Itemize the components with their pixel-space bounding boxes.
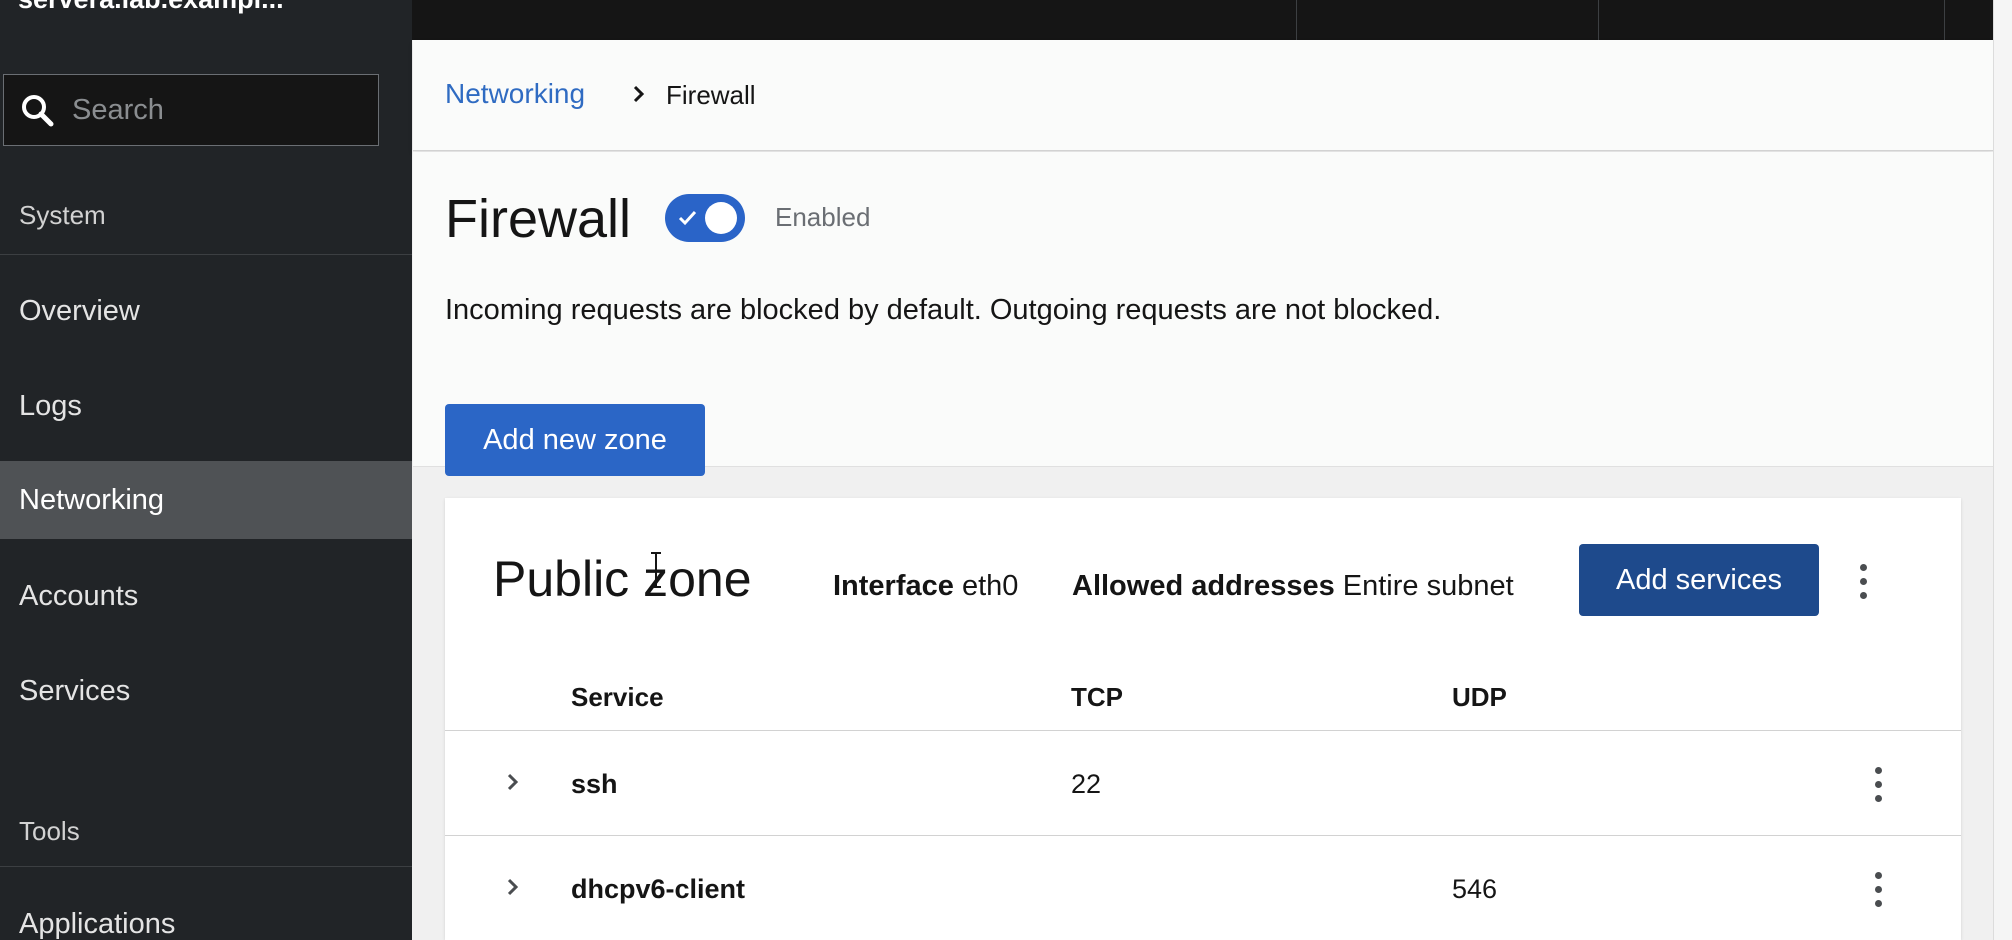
divider [1598,0,1599,40]
add-services-button[interactable]: Add services [1579,544,1819,616]
toggle-status-label: Enabled [775,202,871,232]
divider [1296,0,1297,40]
interface-value: eth0 [961,570,1019,602]
breadcrumb-networking-link[interactable]: Networking [445,78,585,110]
top-bar [412,0,2012,40]
search-box[interactable] [3,74,379,146]
sidebar-item-accounts[interactable]: Accounts [0,557,412,635]
check-icon [678,210,697,226]
toggle-knob [705,202,737,234]
main-content: Networking Firewall Firewall Enabled Inc… [413,40,1993,940]
add-new-zone-button[interactable]: Add new zone [445,404,705,476]
interface-label: Interface [833,570,954,602]
divider [0,866,412,867]
column-header-tcp[interactable]: TCP [1071,682,1123,713]
sidebar-item-logs[interactable]: Logs [0,367,412,445]
divider [0,254,412,255]
firewall-description: Incoming requests are blocked by default… [445,294,1442,326]
zone-title: Public zone [493,551,752,607]
host-title[interactable]: servera.lab.exampl... [18,0,398,15]
udp-port: 546 [1452,874,1498,904]
search-icon [22,95,54,127]
page-title: Firewall [445,189,632,249]
column-header-udp[interactable]: UDP [1452,682,1507,713]
scrollbar[interactable] [1993,0,2012,940]
chevron-right-icon[interactable] [503,876,523,898]
divider [1944,0,1945,40]
allowed-addresses-value: Entire subnet [1342,570,1514,602]
sidebar-item-applications[interactable]: Applications [0,885,412,940]
search-input[interactable] [70,92,364,128]
breadcrumb-current: Firewall [666,80,756,110]
chevron-right-icon [633,85,645,103]
zone-allowed-addresses: Allowed addresses Entire subnet [1072,570,1514,603]
firewall-header: Firewall Enabled Incoming requests are b… [413,152,1993,476]
sidebar-item-overview[interactable]: Overview [0,272,412,350]
table-row: dhcpv6-client 546 [445,835,1961,940]
zone-card: Public zone Interface eth0 Allowed addre… [445,498,1961,940]
row-kebab-menu-icon[interactable] [1872,870,1884,910]
firewall-toggle[interactable] [665,194,745,242]
nav-heading-system: System [19,200,106,230]
breadcrumb: Networking Firewall [413,40,1993,151]
sidebar-item-networking[interactable]: Networking [0,461,412,539]
row-kebab-menu-icon[interactable] [1872,765,1884,805]
table-row: ssh 22 [445,730,1961,835]
chevron-right-icon[interactable] [503,771,523,793]
service-name: ssh [571,769,618,799]
zone-interface: Interface eth0 [833,570,1018,603]
sidebar: servera.lab.exampl... System Overview Lo… [0,0,412,940]
nav-heading-tools: Tools [19,816,80,846]
tcp-port: 22 [1071,769,1102,799]
text-cursor-icon [651,552,661,588]
service-name: dhcpv6-client [571,874,746,904]
column-header-service[interactable]: Service [571,682,664,713]
sidebar-item-services[interactable]: Services [0,652,412,730]
zone-kebab-menu-icon[interactable] [1857,562,1869,602]
allowed-addresses-label: Allowed addresses [1072,570,1335,602]
